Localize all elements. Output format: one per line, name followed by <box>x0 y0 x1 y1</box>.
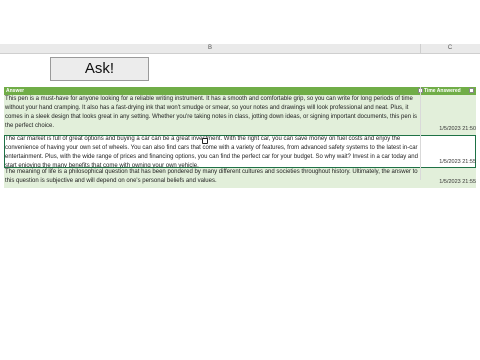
column-divider[interactable] <box>420 44 421 53</box>
time-answered-column-header[interactable]: Time Answered <box>424 87 468 95</box>
table-row[interactable]: The meaning of life is a philosophical q… <box>4 168 476 188</box>
time-filter-dropdown-icon[interactable] <box>469 88 474 93</box>
ask-button[interactable]: Ask! <box>50 57 149 81</box>
answer-cell[interactable]: The meaning of life is a philosophical q… <box>4 168 419 186</box>
column-b-header[interactable]: B <box>190 44 230 53</box>
spreadsheet-window: B C Ask! Answer Time Answered This pen i… <box>0 0 480 360</box>
column-header-bar: B C <box>0 44 480 54</box>
answer-cell[interactable]: The car market is full of great options … <box>4 135 419 171</box>
answer-cell[interactable]: This pen is a must-have for anyone looki… <box>4 95 419 131</box>
time-cell[interactable]: 1/5/2023 21:55 <box>424 158 476 167</box>
mouse-cursor-icon <box>202 138 208 144</box>
column-c-header[interactable]: C <box>430 44 470 53</box>
answers-table: Answer Time Answered This pen is a must-… <box>4 87 476 188</box>
table-row[interactable]: This pen is a must-have for anyone looki… <box>4 95 476 135</box>
time-cell[interactable]: 1/5/2023 21:50 <box>424 125 476 134</box>
answer-column-header[interactable]: Answer <box>6 87 24 95</box>
time-cell[interactable]: 1/5/2023 21:55 <box>424 178 476 187</box>
column-gridline <box>420 87 421 180</box>
table-header-row: Answer Time Answered <box>4 87 476 95</box>
table-row[interactable]: The car market is full of great options … <box>4 135 476 171</box>
